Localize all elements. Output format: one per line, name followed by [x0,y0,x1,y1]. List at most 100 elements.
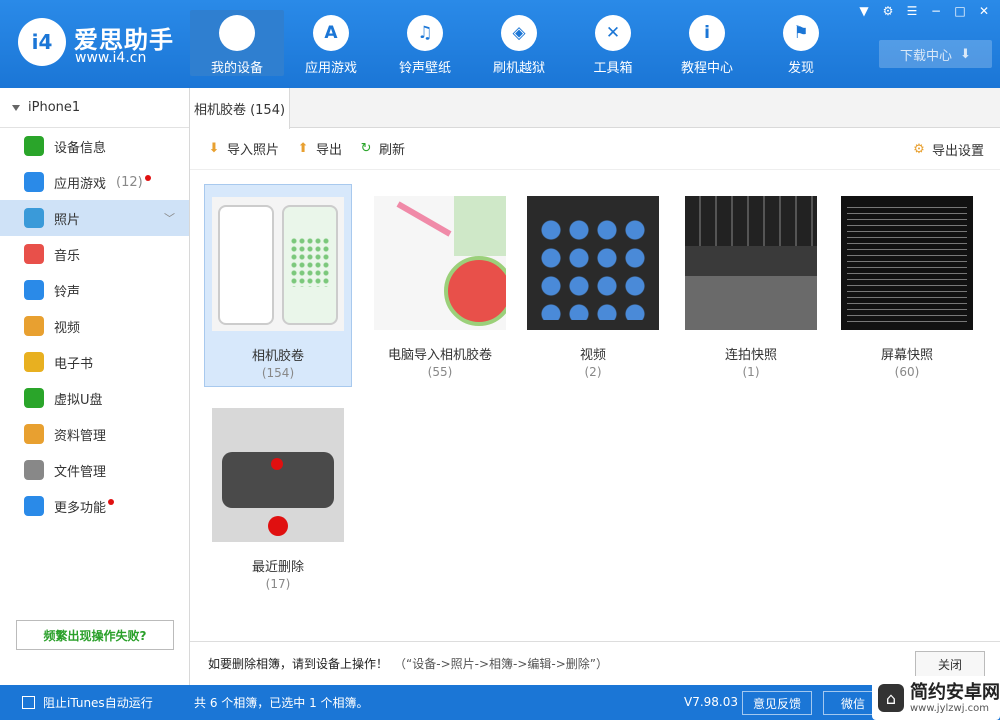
file-icon [24,460,44,480]
sidebar-item-label: 音乐 [54,248,81,264]
nav-label: 教程中心 [680,61,733,76]
album-thumbnail[interactable] [527,196,659,330]
refresh-button[interactable]: ↻ 刷新 [358,139,405,158]
chevron-down-icon[interactable]: ﹀ [164,210,175,226]
music-icon [24,244,44,264]
dropbox-icon: ◈ [501,15,537,51]
nav-label: 我的设备 [210,61,263,76]
sidebar-item-label: 更多功能 [54,500,107,516]
notification-dot [144,175,151,181]
sidebar-item-7[interactable]: 虚拟U盘 [0,380,189,416]
tab-camera-roll[interactable]: 相机胶卷 (154) [190,88,290,129]
export-settings-button[interactable]: ⚙ 导出设置 [911,128,984,170]
shirt-icon[interactable]: ▼ [854,2,874,20]
bell-icon [24,280,44,300]
album-name: 屏幕快照 [880,348,933,363]
sidebar-item-label: 资料管理 [54,428,107,444]
gear-icon[interactable]: ⚙ [878,2,898,20]
sidebar-item-label: 电子书 [54,356,94,372]
book-icon [24,352,44,372]
app-url: www.i4.cn [75,50,147,66]
album-name: 电脑导入相机胶卷 [387,348,492,363]
nav-item-3[interactable]: ◈ 刷机越狱 [472,10,566,76]
main-nav: 我的设备 A 应用游戏 ♫ 铃声壁纸 ◈ 刷机越狱 ✕ 工具箱 i 教程中心 ⚑ 发现 [190,10,848,76]
close-icon[interactable]: ✕ [974,2,994,20]
watermark-url: www.jylzwj.com [910,702,990,714]
export-button[interactable]: ⬆ 导出 [295,139,342,158]
nav-label: 刷机越狱 [492,61,545,76]
sidebar-item-1[interactable]: 应用游戏 (12) [0,164,189,200]
operation-failure-help-button[interactable]: 频繁出现操作失败? [16,620,174,650]
album-thumbnail[interactable] [841,196,973,330]
app-logo: i4 爱思助手 www.i4.cn [18,14,188,74]
album-name: 连拍快照 [724,348,777,363]
photo-icon [24,208,44,228]
album-name: 最近删除 [251,560,304,575]
sidebar-item-8[interactable]: 资料管理 [0,416,189,452]
itunes-block-toggle[interactable]: 阻止iTunes自动运行 [0,694,168,711]
nav-item-5[interactable]: i 教程中心 [660,10,754,76]
maximize-icon[interactable]: □ [950,2,970,20]
info-circle-icon [24,136,44,156]
status-bar: 阻止iTunes自动运行 共 6 个相簿，已选中 1 个相簿。 V7.98.03… [0,685,1000,720]
album-item[interactable]: 连拍快照 (1) [677,184,825,387]
album-name: 视频 [579,348,606,363]
sidebar-item-9[interactable]: 文件管理 [0,452,189,488]
album-count: (154) [261,366,295,380]
flag-icon: ⚑ [783,15,819,51]
album-name: 相机胶卷 [251,349,304,364]
collapse-triangle-icon[interactable] [12,104,20,111]
refresh-label: 刷新 [379,143,406,158]
sidebar-item-label: 设备信息 [54,140,107,156]
album-summary: 共 6 个相簿，已选中 1 个相簿。 [194,696,369,710]
album-thumbnail[interactable] [685,196,817,330]
grid-icon [24,496,44,516]
sidebar-item-6[interactable]: 电子书 [0,344,189,380]
nav-item-0[interactable]: 我的设备 [190,10,284,76]
site-watermark: ⌂ 简约安卓网 www.jylzwj.com [872,676,1000,720]
info-icon: i [689,15,725,51]
notification-dot [108,499,115,505]
sidebar-list: 设备信息应用游戏 (12) 照片 ﹀ 音乐铃声 视频电子书虚拟U盘资料管理文件管理更多功能 [0,128,189,524]
notice-text: 如要删除相簿，请到设备上操作！ [208,657,389,671]
album-item[interactable]: 视频 (2) [519,184,667,387]
window-controls: ▼ ⚙ ☰ − □ ✕ [854,2,994,20]
appstore-icon [24,172,44,192]
sidebar-item-5[interactable]: 视频 [0,308,189,344]
sidebar: iPhone1 设备信息应用游戏 (12) 照片 ﹀ 音乐铃声 视频电子书虚拟U盘资料管理… [0,88,190,685]
itunes-checkbox[interactable] [22,696,35,709]
nav-item-4[interactable]: ✕ 工具箱 [566,10,660,76]
sidebar-item-label: 应用游戏 [54,176,107,192]
album-thumbnail[interactable] [212,408,344,542]
watermark-title: 简约安卓网 [910,681,1000,703]
album-thumbnail[interactable] [374,196,506,330]
nav-item-1[interactable]: A 应用游戏 [284,10,378,76]
menu-icon[interactable]: ☰ [902,2,922,20]
album-item[interactable]: 最近删除 (17) [204,396,352,599]
import-photos-button[interactable]: ⬇ 导入照片 [206,139,279,158]
album-thumbnail[interactable] [212,197,344,331]
export-label: 导出 [316,143,343,158]
refresh-icon: ↻ [360,141,372,156]
import-icon: ⬇ [208,141,220,156]
minimize-icon[interactable]: − [926,2,946,20]
album-item[interactable]: 相机胶卷 (154) [204,184,352,387]
feedback-button[interactable]: 意见反馈 [742,691,812,715]
nav-item-2[interactable]: ♫ 铃声壁纸 [378,10,472,76]
device-selector[interactable]: iPhone1 [0,88,189,128]
sidebar-item-4[interactable]: 铃声 [0,272,189,308]
sidebar-item-0[interactable]: 设备信息 [0,128,189,164]
nav-item-6[interactable]: ⚑ 发现 [754,10,848,76]
version-label: V7.98.03 [684,695,739,709]
sidebar-item-3[interactable]: 音乐 [0,236,189,272]
album-item[interactable]: 屏幕快照 (60) [833,184,981,387]
nav-label: 发现 [787,61,814,76]
sidebar-item-count: (12) [116,174,143,190]
album-item[interactable]: 电脑导入相机胶卷 (55) [366,184,514,387]
device-name: iPhone1 [28,100,81,115]
download-icon: ⬇ [960,46,971,62]
download-center-button[interactable]: 下载中心 ⬇ [879,40,992,68]
close-button[interactable]: 关闭 [915,651,985,677]
sidebar-item-2[interactable]: 照片 ﹀ [0,200,189,236]
sidebar-item-10[interactable]: 更多功能 [0,488,189,524]
